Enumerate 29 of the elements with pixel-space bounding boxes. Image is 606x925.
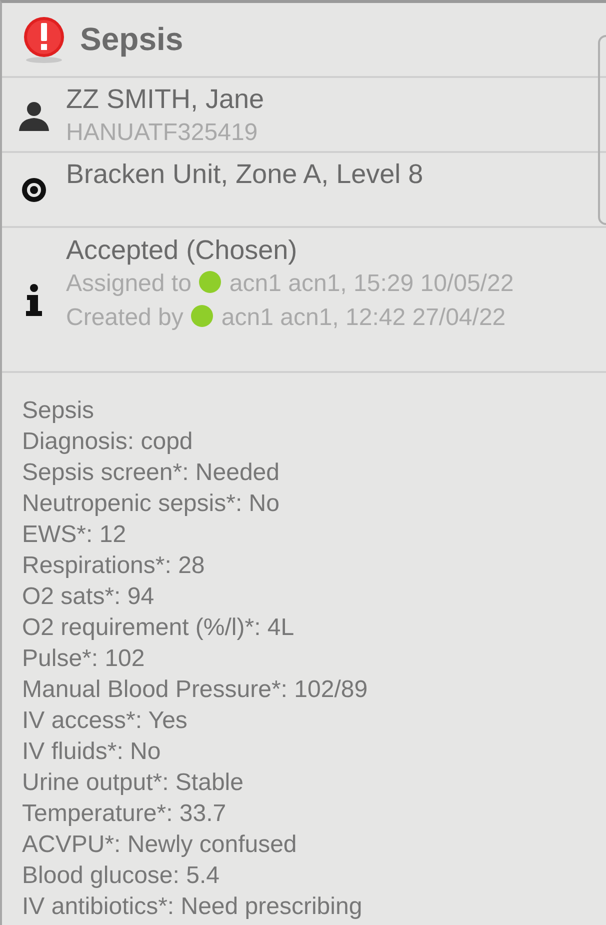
location-text: Bracken Unit, Zone A, Level 8 <box>66 158 424 191</box>
user-and-time: acn1 acn1, 15:29 10/05/22 <box>229 270 514 297</box>
detail-line: Pulse*: 102 <box>22 644 146 674</box>
detail-line: Neutropenic sepsis*: No <box>22 489 280 519</box>
patient-id: HANUATF325419 <box>66 118 259 148</box>
detail-line: Manual Blood Pressure*: 102/89 <box>22 675 369 705</box>
patient-name: ZZ SMITH, Jane <box>66 83 266 116</box>
detail-line: Respirations*: 28 <box>22 551 206 581</box>
detail-line: EWS*: 12 <box>22 520 128 550</box>
status-label: Created by <box>66 304 184 331</box>
alert-icon <box>22 16 66 64</box>
detail-line: O2 sats*: 94 <box>22 582 156 612</box>
status-label: Assigned to <box>66 270 192 297</box>
detail-line: Temperature*: 33.7 <box>22 799 228 829</box>
status-text: Accepted (Chosen) <box>66 234 298 267</box>
detail-line: IV antibiotics*: Need prescribing <box>22 892 364 922</box>
target-icon <box>21 176 47 202</box>
detail-line: IV fluids*: No <box>22 737 162 767</box>
detail-line: O2 requirement (%/l)*: 4L <box>22 613 296 643</box>
detail-line: Urine output*: Stable <box>22 768 244 798</box>
detail-line: Blood glucose: 5.4 <box>22 861 220 891</box>
detail-line: Sepsis screen*: Needed <box>22 458 280 488</box>
detail-line: Sepsis <box>22 396 96 426</box>
detail-line: IV access*: Yes <box>22 706 188 736</box>
info-icon <box>25 284 43 316</box>
detail-line: ACVPU*: Newly confused <box>22 830 298 860</box>
user-and-time: acn1 acn1, 12:42 27/04/22 <box>221 304 506 331</box>
alert-title: Sepsis <box>80 21 184 58</box>
detail-line: Diagnosis: copd <box>22 427 194 457</box>
